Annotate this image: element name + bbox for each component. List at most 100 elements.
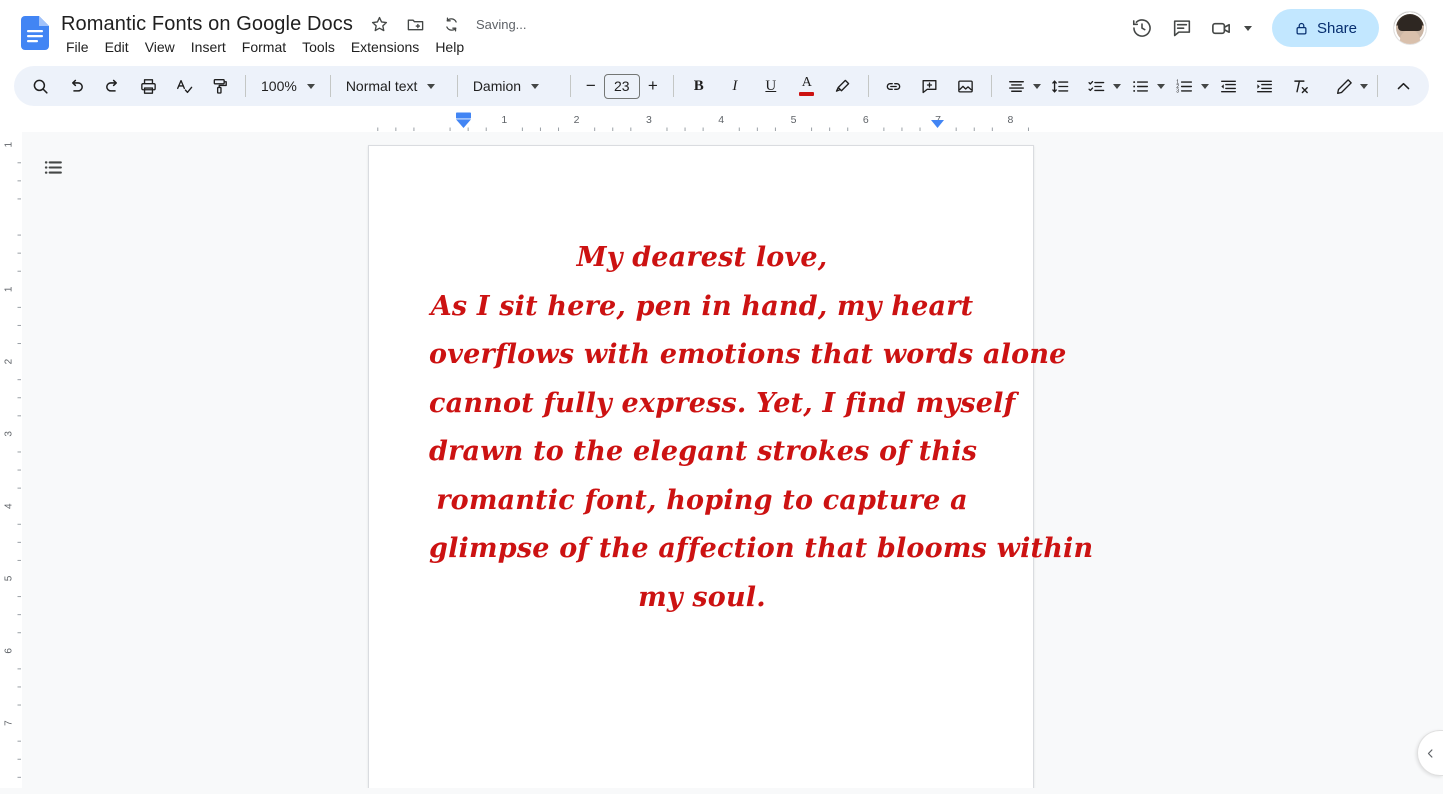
toolbar-divider xyxy=(990,75,992,97)
menu-edit[interactable]: Edit xyxy=(97,36,137,58)
pencil-edit-icon[interactable] xyxy=(1329,71,1359,101)
menu-file[interactable]: File xyxy=(58,36,97,58)
video-camera-icon[interactable] xyxy=(1202,8,1242,48)
increase-font-size-button[interactable]: + xyxy=(640,73,666,99)
editing-mode-caret-icon[interactable] xyxy=(1360,83,1368,89)
insert-image-icon[interactable] xyxy=(951,71,981,101)
paragraph-style-selector[interactable]: Normal text xyxy=(338,71,450,101)
chevron-up-icon[interactable] xyxy=(1388,71,1418,101)
vertical-ruler[interactable]: 1 1 2 3 4 5 6 7 xyxy=(0,132,22,794)
underline-button[interactable]: U xyxy=(756,71,786,101)
svg-text:4: 4 xyxy=(718,114,724,126)
share-button[interactable]: Share xyxy=(1271,9,1379,47)
increase-indent-icon[interactable] xyxy=(1250,71,1280,101)
add-comment-icon[interactable] xyxy=(915,71,945,101)
redo-icon[interactable] xyxy=(97,71,127,101)
highlight-color-icon[interactable] xyxy=(828,71,858,101)
svg-text:3: 3 xyxy=(1177,88,1180,94)
bottom-strip xyxy=(0,788,1443,794)
move-to-folder-icon[interactable] xyxy=(404,12,428,36)
svg-text:5: 5 xyxy=(4,575,15,581)
font-size-input[interactable]: 23 xyxy=(603,73,640,99)
document-line: romantic font, hoping to capture a xyxy=(436,484,968,516)
chevron-down-icon xyxy=(306,83,315,89)
google-docs-icon[interactable] xyxy=(21,16,49,50)
chevron-down-icon xyxy=(531,83,540,89)
menu-help[interactable]: Help xyxy=(427,36,472,58)
decrease-font-size-button[interactable]: − xyxy=(578,73,604,99)
svg-text:3: 3 xyxy=(4,431,15,437)
decrease-indent-icon[interactable] xyxy=(1214,71,1244,101)
title-bar: Romantic Fonts on Google Docs Saving... … xyxy=(0,0,1443,62)
document-text[interactable]: My dearest love, As I sit here, pen in ha… xyxy=(429,234,1094,622)
paragraph-style-value: Normal text xyxy=(345,78,418,94)
chevron-down-icon[interactable] xyxy=(1243,25,1252,31)
text-color-label: A xyxy=(801,75,812,90)
document-line: My dearest love, xyxy=(576,242,828,273)
zoom-selector[interactable]: 100% xyxy=(253,71,323,101)
document-title[interactable]: Romantic Fonts on Google Docs xyxy=(58,10,356,38)
text-color-swatch xyxy=(799,92,815,96)
toolbar-divider xyxy=(1377,75,1378,97)
lock-icon xyxy=(1294,21,1309,36)
svg-text:2: 2 xyxy=(4,358,15,364)
svg-text:6: 6 xyxy=(863,114,869,126)
line-spacing-icon[interactable] xyxy=(1046,71,1076,101)
paint-format-icon[interactable] xyxy=(205,71,235,101)
svg-text:3: 3 xyxy=(646,114,652,126)
formatting-toolbar: 100% Normal text Damion − 23 + B I U A 1… xyxy=(14,66,1429,106)
side-panel-expand-button[interactable] xyxy=(1417,730,1443,776)
document-outline-icon[interactable] xyxy=(36,150,70,184)
svg-text:6: 6 xyxy=(4,648,15,654)
document-page[interactable]: My dearest love, As I sit here, pen in ha… xyxy=(368,145,1094,794)
document-body: 1 1 2 3 4 5 6 7 My dearest love, As I sit here, … xyxy=(0,132,1443,794)
checklist-icon[interactable] xyxy=(1082,71,1112,101)
menu-tools[interactable]: Tools xyxy=(294,36,343,58)
bold-button[interactable]: B xyxy=(684,71,714,101)
align-dropdown-caret-icon[interactable] xyxy=(1032,83,1041,89)
document-line: my soul. xyxy=(638,581,766,613)
menu-insert[interactable]: Insert xyxy=(183,36,234,58)
bulleted-list-icon[interactable] xyxy=(1126,71,1156,101)
italic-button[interactable]: I xyxy=(720,71,750,101)
svg-text:1: 1 xyxy=(4,141,15,147)
user-avatar[interactable] xyxy=(1393,11,1427,45)
spellcheck-icon[interactable] xyxy=(169,71,199,101)
font-family-selector[interactable]: Damion xyxy=(465,71,563,101)
checklist-dropdown-caret-icon[interactable] xyxy=(1112,83,1121,89)
numbered-list-icon[interactable]: 1 2 3 xyxy=(1170,71,1200,101)
svg-text:4: 4 xyxy=(4,503,15,509)
menu-view[interactable]: View xyxy=(137,36,183,58)
insert-link-icon[interactable] xyxy=(879,71,909,101)
sync-status-icon[interactable] xyxy=(440,12,464,36)
numbered-list-dropdown-caret-icon[interactable] xyxy=(1200,83,1209,89)
svg-text:8: 8 xyxy=(1007,114,1013,126)
svg-text:1: 1 xyxy=(501,114,507,126)
menu-bar: File Edit View Insert Format Tools Exten… xyxy=(58,36,472,58)
meet-button[interactable] xyxy=(1202,8,1260,48)
clear-formatting-icon[interactable] xyxy=(1286,71,1316,101)
bulleted-list-dropdown-caret-icon[interactable] xyxy=(1156,83,1165,89)
font-family-value: Damion xyxy=(472,78,522,94)
save-status: Saving... xyxy=(475,16,527,32)
version-history-icon[interactable] xyxy=(1122,8,1162,48)
google-docs-window: Romantic Fonts on Google Docs Saving... … xyxy=(0,0,1443,794)
menu-format[interactable]: Format xyxy=(234,36,294,58)
toolbar-divider xyxy=(329,75,331,97)
svg-text:7: 7 xyxy=(4,720,15,726)
undo-icon[interactable] xyxy=(61,71,91,101)
toolbar-divider xyxy=(245,75,246,97)
menu-extensions[interactable]: Extensions xyxy=(343,36,427,58)
search-icon[interactable] xyxy=(25,71,55,101)
print-icon[interactable] xyxy=(133,71,163,101)
comment-icon[interactable] xyxy=(1162,8,1202,48)
horizontal-ruler[interactable]: 12345678 xyxy=(0,110,1443,132)
align-center-icon[interactable] xyxy=(1002,71,1032,101)
document-line: glimpse of the affection that blooms wit… xyxy=(429,533,1094,564)
star-icon[interactable] xyxy=(368,12,392,36)
zoom-value: 100% xyxy=(261,78,297,94)
text-color-button[interactable]: A xyxy=(792,71,822,101)
text-color-icon: A xyxy=(799,75,815,96)
toolbar-divider xyxy=(672,75,674,97)
document-line: overflows with emotions that words alone xyxy=(429,339,1067,370)
